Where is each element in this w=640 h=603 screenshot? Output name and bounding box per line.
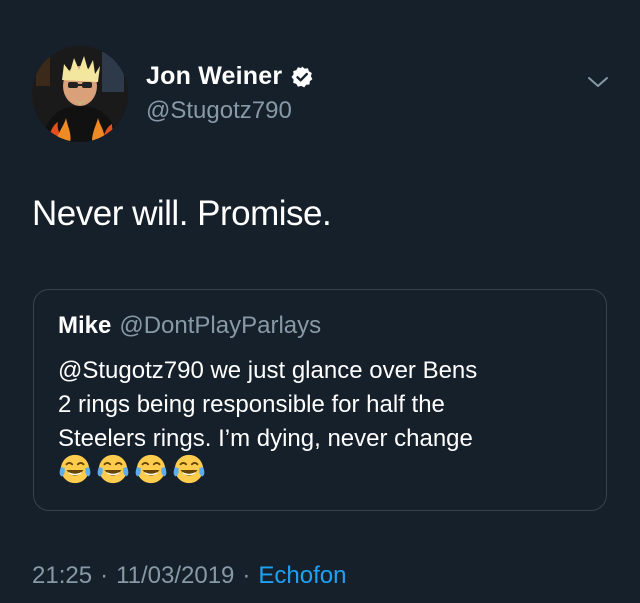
tears-of-joy-emoji-icon bbox=[59, 454, 91, 484]
meta-separator: · bbox=[100, 562, 109, 589]
quoted-tweet-text: @Stugotz790 we just glance over Bens 2 r… bbox=[58, 354, 588, 456]
quoted-display-name: Mike bbox=[58, 312, 112, 339]
avatar[interactable] bbox=[32, 46, 128, 142]
meta-separator: · bbox=[242, 562, 251, 589]
tweet-meta: 21:25 · 11/03/2019 · Echofon bbox=[32, 562, 346, 590]
tears-of-joy-emoji-icon bbox=[97, 454, 129, 484]
quoted-tweet-header: Mike @DontPlayParlays bbox=[58, 312, 321, 340]
emoji-row bbox=[58, 452, 206, 486]
tears-of-joy-emoji-icon bbox=[173, 454, 205, 484]
tweet-date[interactable]: 11/03/2019 bbox=[116, 562, 234, 590]
quoted-handle: @DontPlayParlays bbox=[119, 312, 322, 339]
tweet-time[interactable]: 21:25 bbox=[32, 562, 92, 590]
tweet-source-link[interactable]: Echofon bbox=[258, 562, 346, 590]
author-handle[interactable]: @Stugotz790 bbox=[146, 97, 292, 125]
tears-of-joy-emoji-icon bbox=[135, 454, 167, 484]
avatar-image bbox=[32, 46, 128, 142]
quoted-tweet-card[interactable]: Mike @DontPlayParlays @Stugotz790 we jus… bbox=[33, 289, 607, 511]
author-name-row: Jon Weiner bbox=[146, 62, 314, 91]
verified-badge-icon bbox=[291, 66, 313, 87]
tweet: Jon Weiner @Stugotz790 Never will. Promi… bbox=[0, 0, 640, 603]
quoted-text-line: @Stugotz790 we just glance over Bens bbox=[58, 357, 478, 384]
display-name[interactable]: Jon Weiner bbox=[146, 62, 282, 91]
quoted-text-line: 2 rings being responsible for half the bbox=[58, 391, 445, 418]
chevron-down-icon[interactable] bbox=[586, 70, 610, 94]
quoted-text-line: Steelers rings. I’m dying, never change bbox=[58, 425, 473, 452]
tweet-text: Never will. Promise. bbox=[32, 194, 332, 233]
